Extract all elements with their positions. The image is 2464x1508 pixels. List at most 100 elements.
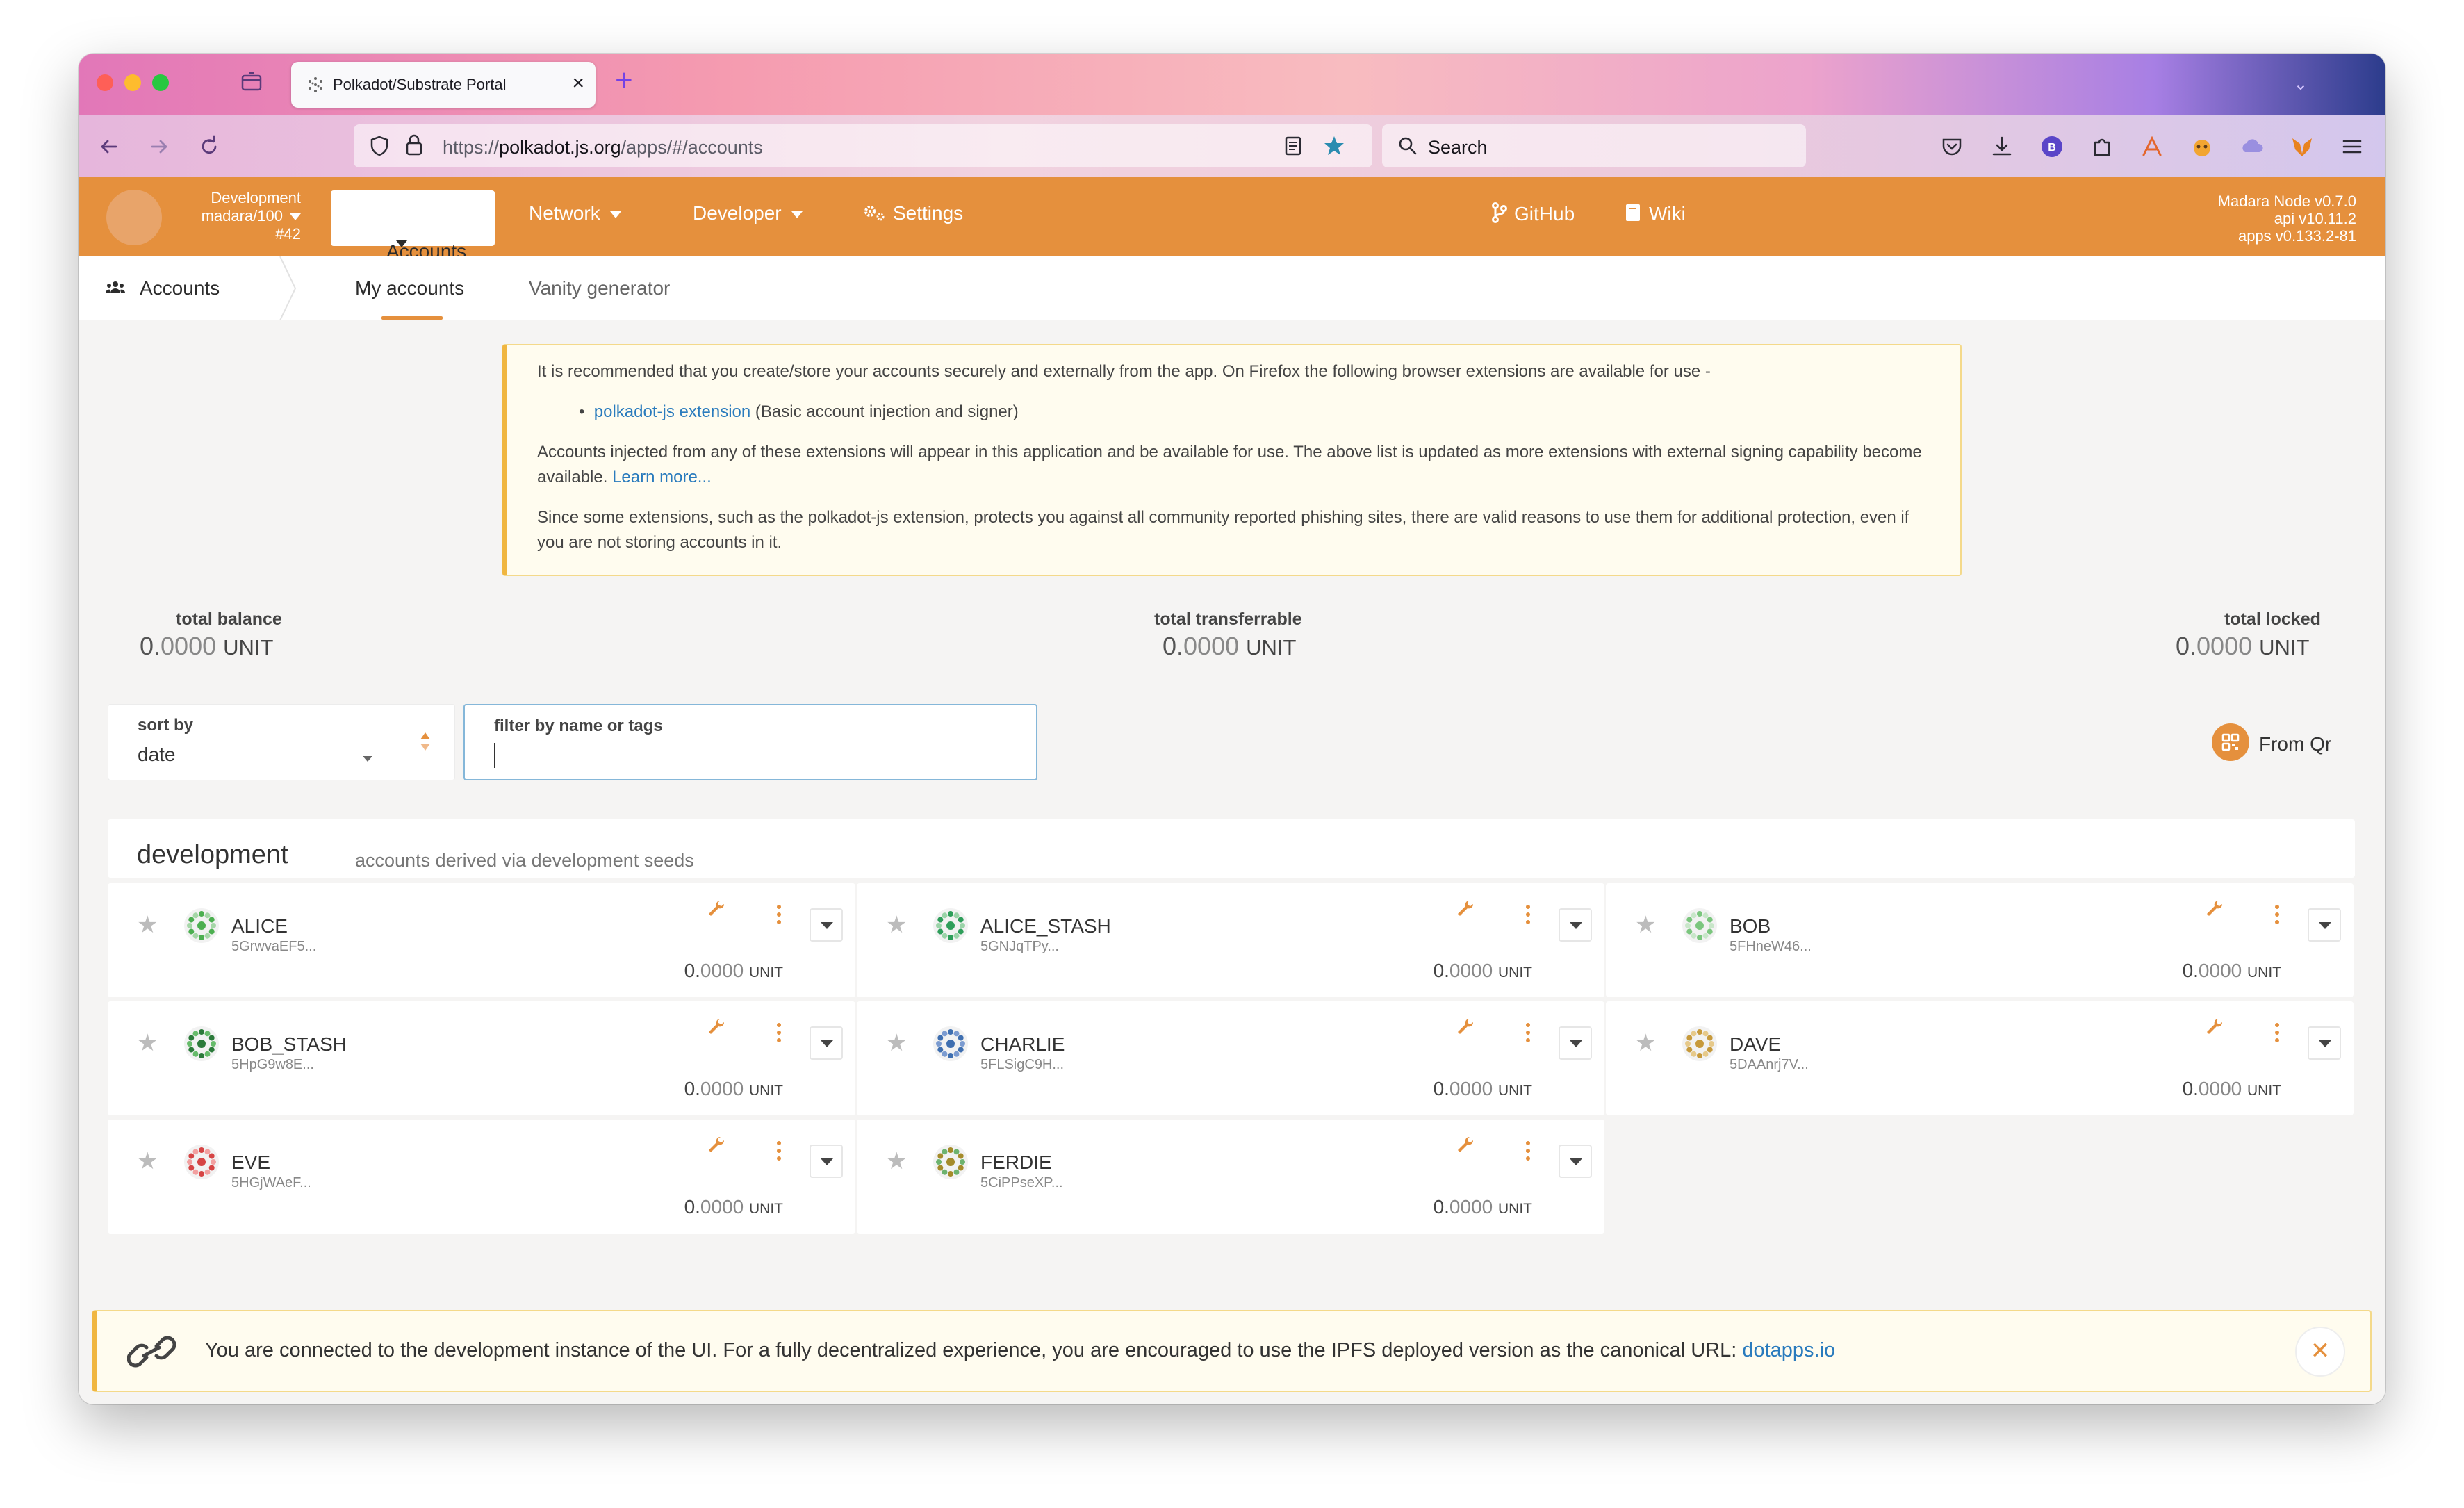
menu-accounts[interactable]: Accounts [331, 190, 495, 262]
search-bar[interactable]: Search [1382, 124, 1806, 167]
polkadot-js-extension-link[interactable]: polkadot-js extension [594, 402, 750, 421]
wrench-icon[interactable] [2205, 899, 2223, 921]
identicon[interactable] [933, 1145, 968, 1179]
wrench-icon[interactable] [707, 899, 725, 921]
favorite-star-icon[interactable]: ★ [137, 911, 158, 939]
more-options-icon[interactable] [776, 1022, 782, 1043]
extension-cloud-icon[interactable] [2240, 134, 2265, 159]
chain-logo[interactable] [106, 190, 162, 245]
account-name[interactable]: DAVE [1730, 1033, 1781, 1056]
more-options-icon[interactable] [2274, 904, 2280, 925]
tab-manager-icon[interactable] [240, 70, 263, 94]
account-card: ★ ALICE 5GrwvaEF5... 0.0000 UNIT [108, 883, 855, 997]
favorite-star-icon[interactable]: ★ [137, 1147, 158, 1175]
chevron-down-icon [791, 211, 803, 218]
expand-button[interactable] [2308, 1026, 2341, 1060]
identicon[interactable] [933, 1026, 968, 1061]
account-name[interactable]: BOB [1730, 915, 1771, 937]
filter-input-container[interactable]: filter by name or tags [463, 704, 1037, 780]
code-branch-icon [1492, 202, 1507, 223]
expand-button[interactable] [2308, 908, 2341, 942]
account-name[interactable]: EVE [231, 1152, 270, 1174]
shield-icon[interactable] [368, 134, 391, 158]
more-options-icon[interactable] [776, 904, 782, 925]
forward-arrow-icon[interactable] [147, 134, 172, 159]
tab-vanity-generator[interactable]: Vanity generator [529, 277, 670, 300]
close-window-button[interactable] [97, 74, 113, 91]
total-balance-label: total balance [176, 609, 282, 629]
extensions-puzzle-icon[interactable] [2089, 134, 2114, 159]
wrench-icon[interactable] [1456, 1135, 1474, 1158]
account-avatar-icon[interactable]: B [2039, 134, 2064, 159]
zoom-window-button[interactable] [152, 74, 169, 91]
sort-by-dropdown[interactable]: sort by date [108, 704, 455, 780]
menu-wiki[interactable]: Wiki [1624, 202, 1686, 225]
address-bar[interactable]: https://polkadot.js.org/apps/#/accounts [354, 124, 1372, 167]
menu-developer[interactable]: Developer [693, 202, 803, 224]
chevron-down-icon [363, 756, 372, 762]
metamask-icon[interactable] [2290, 134, 2315, 159]
identicon[interactable] [184, 908, 219, 943]
bookmark-star-icon[interactable] [1322, 134, 1346, 158]
account-name[interactable]: FERDIE [980, 1152, 1052, 1174]
banner-close-button[interactable]: ✕ [2295, 1327, 2345, 1377]
account-name[interactable]: BOB_STASH [231, 1033, 347, 1056]
download-icon[interactable] [1989, 134, 2014, 159]
more-options-icon[interactable] [1525, 1140, 1531, 1161]
favorite-star-icon[interactable]: ★ [886, 1029, 907, 1057]
identicon[interactable] [1682, 908, 1717, 943]
tab-my-accounts[interactable]: My accounts [355, 277, 464, 300]
total-transferrable-label: total transferrable [1154, 609, 1302, 629]
favorite-star-icon[interactable]: ★ [886, 911, 907, 939]
more-options-icon[interactable] [1525, 904, 1531, 925]
identicon[interactable] [184, 1145, 219, 1179]
reader-view-icon[interactable] [1282, 135, 1304, 157]
expand-button[interactable] [810, 1145, 843, 1178]
wrench-icon[interactable] [707, 1135, 725, 1158]
tab-list-chevron-icon[interactable]: ⌄ [2294, 74, 2308, 95]
identicon[interactable] [1682, 1026, 1717, 1061]
expand-button[interactable] [810, 1026, 843, 1060]
wrench-icon[interactable] [707, 1017, 725, 1040]
wrench-icon[interactable] [2205, 1017, 2223, 1040]
favorite-star-icon[interactable]: ★ [1635, 1029, 1656, 1057]
wrench-icon[interactable] [1456, 1017, 1474, 1040]
more-options-icon[interactable] [776, 1140, 782, 1161]
url-text[interactable]: https://polkadot.js.org/apps/#/accounts [443, 137, 763, 158]
menu-github[interactable]: GitHub [1490, 202, 1575, 225]
dotapps-link[interactable]: dotapps.io [1742, 1339, 1835, 1361]
back-arrow-icon[interactable] [97, 134, 122, 159]
identicon[interactable] [184, 1026, 219, 1061]
identicon[interactable] [933, 908, 968, 943]
reload-icon[interactable] [197, 134, 222, 159]
extension-fox-icon[interactable] [2190, 134, 2215, 159]
menu-settings[interactable]: Settings [862, 202, 963, 224]
lock-icon[interactable] [402, 133, 426, 158]
wrench-icon[interactable] [1456, 899, 1474, 921]
sort-order-icon[interactable] [418, 730, 432, 753]
menu-network[interactable]: Network [529, 202, 621, 224]
account-name[interactable]: ALICE [231, 915, 288, 937]
minimize-window-button[interactable] [124, 74, 141, 91]
browser-tab[interactable]: Polkadot/Substrate Portal × [291, 62, 596, 108]
expand-button[interactable] [1559, 908, 1592, 942]
hamburger-menu-icon[interactable] [2340, 134, 2365, 159]
chain-selector[interactable]: Development madara/100 #42 [176, 189, 301, 243]
tab-close-icon[interactable]: × [572, 72, 584, 95]
account-address: 5HGjWAeF... [231, 1175, 311, 1190]
favorite-star-icon[interactable]: ★ [1635, 911, 1656, 939]
expand-button[interactable] [1559, 1145, 1592, 1178]
filter-input[interactable] [494, 743, 980, 768]
more-options-icon[interactable] [2274, 1022, 2280, 1043]
account-name[interactable]: ALICE_STASH [980, 915, 1111, 937]
favorite-star-icon[interactable]: ★ [886, 1147, 907, 1175]
new-tab-button[interactable]: + [615, 63, 633, 98]
expand-button[interactable] [1559, 1026, 1592, 1060]
favorite-star-icon[interactable]: ★ [137, 1029, 158, 1057]
extension-orange-icon[interactable] [2139, 134, 2165, 159]
more-options-icon[interactable] [1525, 1022, 1531, 1043]
pocket-icon[interactable] [1939, 134, 1964, 159]
learn-more-link[interactable]: Learn more... [612, 468, 712, 486]
expand-button[interactable] [810, 908, 843, 942]
account-name[interactable]: CHARLIE [980, 1033, 1065, 1056]
